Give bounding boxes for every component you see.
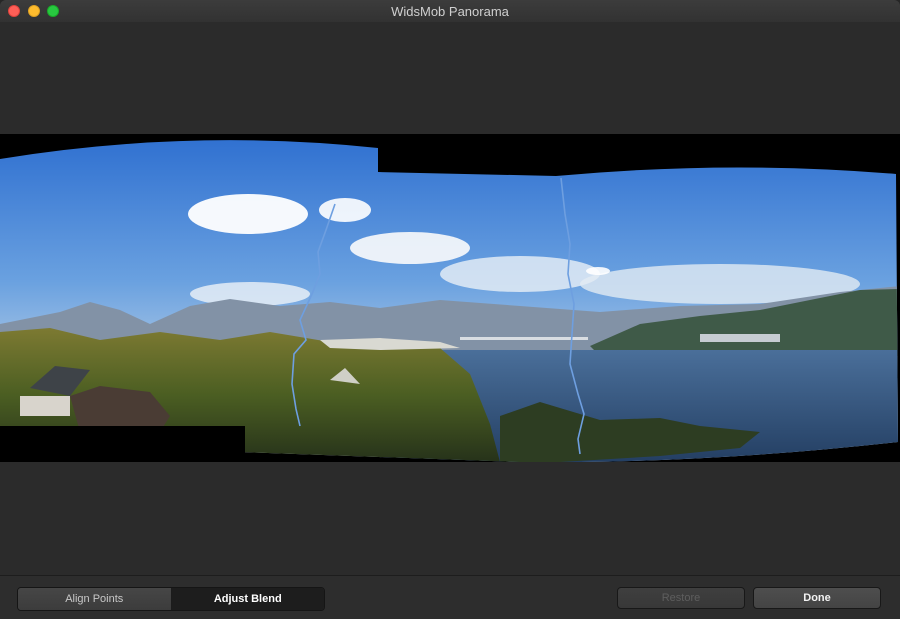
restore-button[interactable]: Restore: [617, 587, 745, 609]
title-bar: WidsMob Panorama: [0, 0, 900, 23]
panorama-preview[interactable]: [0, 134, 900, 462]
stitched-image: [0, 140, 898, 462]
mode-segmented-control: Align Points Adjust Blend: [17, 587, 325, 611]
app-window: WidsMob Panorama Align Points Adjust Ble…: [0, 0, 900, 619]
empty-corner-area: [0, 426, 245, 462]
bottom-toolbar: Align Points Adjust Blend Restore Done: [0, 575, 900, 619]
window-title: WidsMob Panorama: [391, 4, 509, 19]
done-button[interactable]: Done: [753, 587, 881, 609]
align-points-tab[interactable]: Align Points: [18, 588, 171, 610]
preview-canvas: [0, 22, 900, 575]
adjust-blend-tab[interactable]: Adjust Blend: [170, 588, 324, 610]
